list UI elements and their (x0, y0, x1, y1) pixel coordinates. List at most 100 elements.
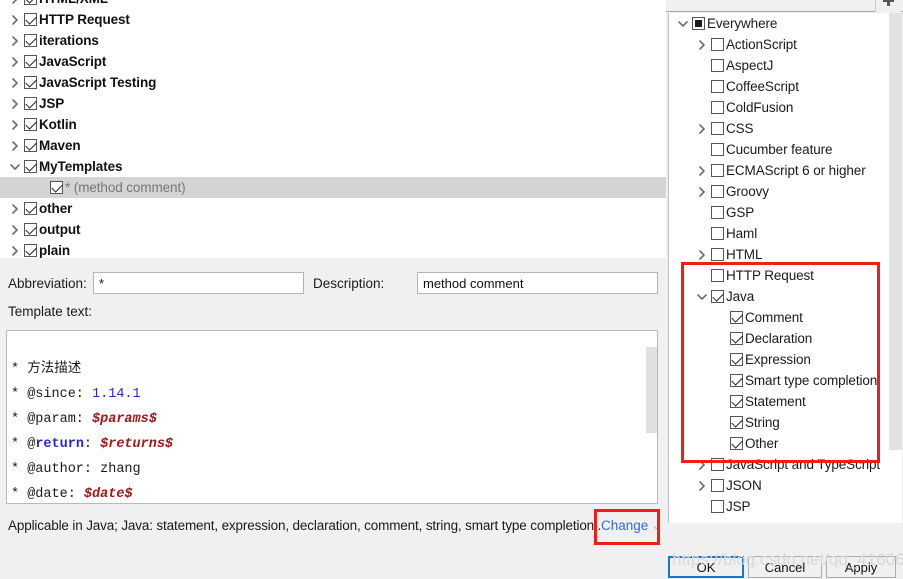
chevron-right-icon[interactable] (6, 77, 24, 88)
chevron-right-icon[interactable] (693, 249, 711, 260)
template-tree-row[interactable]: other (0, 198, 666, 219)
checkbox-unchecked[interactable] (711, 38, 724, 51)
template-tree-row[interactable]: JavaScript Testing (0, 72, 666, 93)
checkbox-checked[interactable] (730, 437, 743, 450)
description-input[interactable] (417, 272, 658, 294)
context-tree-row[interactable]: Statement (669, 391, 889, 412)
chevron-right-icon[interactable] (6, 56, 24, 67)
checkbox-checked[interactable] (24, 139, 37, 152)
context-tree-scrollbar-thumb[interactable] (889, 13, 902, 450)
checkbox-unchecked[interactable] (711, 227, 724, 240)
context-tree-row[interactable]: Expression (669, 349, 889, 370)
checkbox-checked[interactable] (711, 290, 724, 303)
context-tree-row[interactable]: CSS (669, 118, 889, 139)
context-tree-row[interactable]: ActionScript (669, 34, 889, 55)
chevron-right-icon[interactable] (693, 480, 711, 491)
checkbox-unchecked[interactable] (711, 80, 724, 93)
ok-button[interactable]: OK (668, 556, 744, 578)
chevron-right-icon[interactable] (6, 98, 24, 109)
chevron-right-icon[interactable] (6, 14, 24, 25)
template-tree-row[interactable]: Maven (0, 135, 666, 156)
template-tree-row[interactable]: output (0, 219, 666, 240)
chevron-right-icon[interactable] (693, 186, 711, 197)
chevron-right-icon[interactable] (6, 140, 24, 151)
checkbox-unchecked[interactable] (711, 479, 724, 492)
template-text-scrollbar[interactable] (646, 331, 657, 503)
chevron-down-icon[interactable]: ⌄ (652, 521, 660, 532)
checkbox-unchecked[interactable] (711, 248, 724, 261)
context-tree-row[interactable]: ECMAScript 6 or higher (669, 160, 889, 181)
live-templates-tree[interactable]: HTML/XML HTTP Request iterations JavaScript… (0, 0, 666, 258)
context-tree-row[interactable]: Comment (669, 307, 889, 328)
context-tree-row[interactable]: AspectJ (669, 55, 889, 76)
template-tree-row[interactable]: JSP (0, 93, 666, 114)
template-tree-row[interactable]: HTTP Request (0, 9, 666, 30)
checkbox-checked[interactable] (24, 13, 37, 26)
checkbox-unchecked[interactable] (711, 122, 724, 135)
checkbox-checked[interactable] (24, 160, 37, 173)
context-tree-row[interactable]: ColdFusion (669, 97, 889, 118)
checkbox-checked[interactable] (730, 395, 743, 408)
template-tree-row[interactable]: plain (0, 240, 666, 258)
checkbox-checked[interactable] (24, 97, 37, 110)
context-tree-row[interactable]: Haml (669, 223, 889, 244)
chevron-right-icon[interactable] (693, 165, 711, 176)
checkbox-checked[interactable] (730, 416, 743, 429)
checkbox-checked[interactable] (50, 181, 63, 194)
chevron-right-icon[interactable] (6, 0, 24, 4)
chevron-down-icon[interactable] (674, 20, 692, 28)
checkbox-unchecked[interactable] (711, 143, 724, 156)
context-tree[interactable]: Everywhere ActionScript AspectJ CoffeeScrip… (668, 13, 889, 523)
checkbox-unchecked[interactable] (711, 164, 724, 177)
context-tree-row[interactable]: Java (669, 286, 889, 307)
checkbox-unchecked[interactable] (711, 185, 724, 198)
template-tree-row[interactable]: * (method comment) (0, 177, 666, 198)
chevron-right-icon[interactable] (6, 224, 24, 235)
template-text-scrollbar-thumb[interactable] (646, 347, 657, 433)
checkbox-unchecked[interactable] (711, 206, 724, 219)
context-tree-scrollbar[interactable] (889, 13, 902, 523)
template-tree-row[interactable]: JavaScript (0, 51, 666, 72)
context-tree-row[interactable]: String (669, 412, 889, 433)
context-tree-row[interactable]: Cucumber feature (669, 139, 889, 160)
template-text-content[interactable]: * 方法描述 * @since: 1.14.1 * @param: $params$… (11, 357, 173, 503)
checkbox-checked[interactable] (24, 34, 37, 47)
checkbox-checked[interactable] (730, 353, 743, 366)
checkbox-unchecked[interactable] (711, 269, 724, 282)
checkbox-unchecked[interactable] (711, 458, 724, 471)
context-tree-row[interactable]: Declaration (669, 328, 889, 349)
checkbox-checked[interactable] (730, 311, 743, 324)
context-tree-row[interactable]: Everywhere (669, 13, 889, 34)
chevron-right-icon[interactable] (693, 459, 711, 470)
chevron-right-icon[interactable] (6, 245, 24, 256)
checkbox-checked[interactable] (24, 76, 37, 89)
context-tree-row[interactable]: JavaScript and TypeScript (669, 454, 889, 475)
template-tree-row[interactable]: iterations (0, 30, 666, 51)
chevron-right-icon[interactable] (693, 123, 711, 134)
chevron-right-icon[interactable] (693, 39, 711, 50)
checkbox-checked[interactable] (24, 223, 37, 236)
change-context-link[interactable]: Change (601, 518, 648, 533)
chevron-down-icon[interactable] (693, 293, 711, 301)
context-tree-row[interactable]: GSP (669, 202, 889, 223)
checkbox-checked[interactable] (730, 374, 743, 387)
chevron-right-icon[interactable] (6, 35, 24, 46)
context-tree-row[interactable]: Smart type completion (669, 370, 889, 391)
checkbox-checked[interactable] (24, 0, 37, 5)
chevron-down-icon[interactable] (6, 163, 24, 171)
chevron-right-icon[interactable] (6, 203, 24, 214)
checkbox-checked[interactable] (24, 244, 37, 257)
checkbox-unchecked[interactable] (711, 500, 724, 513)
checkbox-checked[interactable] (24, 55, 37, 68)
abbreviation-input[interactable] (93, 272, 304, 294)
checkbox-checked[interactable] (730, 332, 743, 345)
checkbox-partial[interactable] (692, 17, 705, 30)
context-tree-row[interactable]: Groovy (669, 181, 889, 202)
cancel-button[interactable]: Cancel (748, 556, 822, 578)
apply-button[interactable]: Apply (826, 556, 896, 578)
chevron-right-icon[interactable] (6, 119, 24, 130)
template-text-editor[interactable]: * 方法描述 * @since: 1.14.1 * @param: $params$… (6, 330, 658, 504)
checkbox-checked[interactable] (24, 118, 37, 131)
add-template-button[interactable] (875, 0, 901, 12)
checkbox-checked[interactable] (24, 202, 37, 215)
